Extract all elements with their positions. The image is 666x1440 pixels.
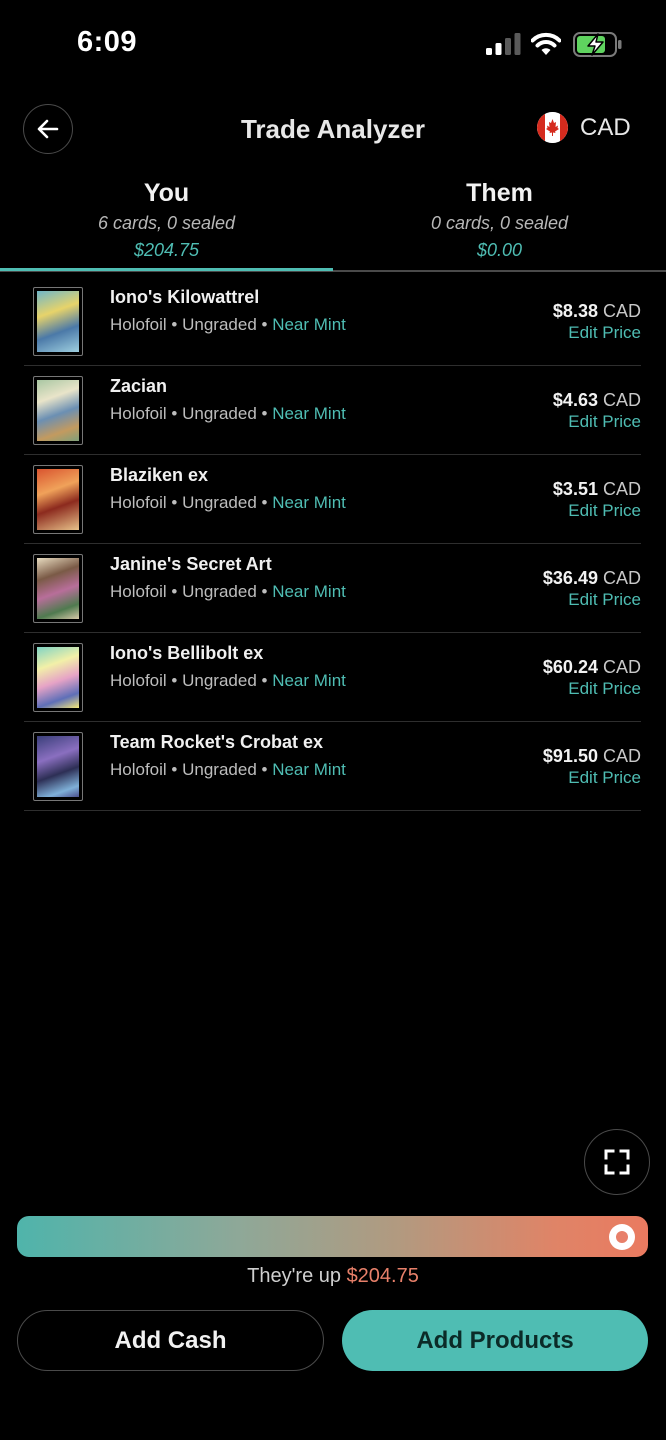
card-meta: Holofoil • Ungraded • Near Mint [110, 404, 346, 423]
tab-you-name: You [143, 179, 190, 207]
canada-flag-icon [537, 112, 568, 143]
card-row[interactable]: Blaziken ex Holofoil • Ungraded • Near M… [24, 455, 641, 544]
card-grade: Ungraded [182, 671, 257, 690]
card-price: $60.24 CAD [543, 657, 641, 678]
card-name: Iono's Kilowattrel [110, 287, 260, 307]
card-price: $4.63 CAD [553, 390, 641, 411]
card-condition: Near Mint [272, 315, 346, 334]
card-name: Iono's Bellibolt ex [110, 643, 264, 663]
wifi-icon [531, 32, 561, 55]
add-products-button[interactable]: Add Products [342, 1310, 648, 1371]
card-row[interactable]: Janine's Secret Art Holofoil • Ungraded … [24, 544, 641, 633]
card-meta: Holofoil • Ungraded • Near Mint [110, 671, 346, 690]
tab-you-total: $204.75 [133, 240, 200, 260]
card-grade: Ungraded [182, 404, 257, 423]
card-name: Team Rocket's Crobat ex [110, 732, 324, 752]
tab-them-summary: 0 cards, 0 sealed [430, 213, 569, 233]
edit-price-link[interactable]: Edit Price [568, 590, 641, 610]
currency-selector[interactable]: CAD [537, 112, 631, 143]
card-finish: Holofoil [110, 315, 167, 334]
card-thumbnail [33, 376, 83, 445]
card-meta: Holofoil • Ungraded • Near Mint [110, 315, 346, 334]
edit-price-link[interactable]: Edit Price [568, 679, 641, 699]
price-currency: CAD [602, 657, 641, 677]
card-price: $8.38 CAD [553, 301, 641, 322]
price-amount: $60.24 [542, 657, 598, 677]
card-name: Blaziken ex [110, 465, 209, 485]
expand-button[interactable] [584, 1129, 650, 1195]
card-thumbnail [33, 643, 83, 712]
trade-balance-bar [17, 1216, 648, 1257]
tab-you-summary: 6 cards, 0 sealed [97, 213, 236, 233]
card-price: $91.50 CAD [543, 746, 641, 767]
card-thumbnail [33, 732, 83, 801]
add-cash-button[interactable]: Add Cash [17, 1310, 324, 1371]
price-amount: $3.51 [552, 479, 598, 499]
balance-summary: They're up $204.75 [0, 1265, 666, 1288]
card-meta: Holofoil • Ungraded • Near Mint [110, 760, 346, 779]
price-amount: $91.50 [542, 746, 598, 766]
price-currency: CAD [602, 568, 641, 588]
card-row[interactable]: Zacian Holofoil • Ungraded • Near Mint $… [24, 366, 641, 455]
price-amount: $8.38 [552, 301, 598, 321]
card-price: $36.49 CAD [543, 568, 641, 589]
tab-them[interactable]: Them 0 cards, 0 sealed $0.00 [333, 176, 666, 264]
price-currency: CAD [602, 390, 641, 410]
edit-price-link[interactable]: Edit Price [568, 768, 641, 788]
card-thumbnail [33, 465, 83, 534]
price-currency: CAD [602, 746, 641, 766]
edit-price-link[interactable]: Edit Price [568, 412, 641, 432]
expand-icon [604, 1149, 630, 1175]
card-condition: Near Mint [272, 582, 346, 601]
tab-them-name: Them [466, 179, 533, 207]
price-currency: CAD [602, 301, 641, 321]
card-row[interactable]: Iono's Kilowattrel Holofoil • Ungraded •… [24, 277, 641, 366]
balance-prefix: They're up [247, 1265, 341, 1287]
card-finish: Holofoil [110, 671, 167, 690]
tab-them-total: $0.00 [476, 240, 523, 260]
active-tab-indicator [0, 268, 333, 271]
tab-you[interactable]: You 6 cards, 0 sealed $204.75 [0, 176, 333, 264]
card-meta: Holofoil • Ungraded • Near Mint [110, 582, 346, 601]
card-price: $3.51 CAD [553, 479, 641, 500]
card-thumbnail [33, 287, 83, 356]
battery-charging-icon [573, 32, 622, 57]
edit-price-link[interactable]: Edit Price [568, 501, 641, 521]
card-finish: Holofoil [110, 404, 167, 423]
price-amount: $36.49 [542, 568, 598, 588]
card-name: Janine's Secret Art [110, 554, 272, 574]
card-row[interactable]: Iono's Bellibolt ex Holofoil • Ungraded … [24, 633, 641, 722]
card-name: Zacian [110, 376, 168, 396]
card-finish: Holofoil [110, 493, 167, 512]
edit-price-link[interactable]: Edit Price [568, 323, 641, 343]
card-grade: Ungraded [182, 493, 257, 512]
card-finish: Holofoil [110, 582, 167, 601]
price-amount: $4.63 [552, 390, 598, 410]
card-grade: Ungraded [182, 760, 257, 779]
card-condition: Near Mint [272, 493, 346, 512]
card-list: Iono's Kilowattrel Holofoil • Ungraded •… [24, 277, 641, 811]
balance-amount: $204.75 [346, 1265, 419, 1287]
price-currency: CAD [602, 479, 641, 499]
card-row[interactable]: Team Rocket's Crobat ex Holofoil • Ungra… [24, 722, 641, 811]
card-meta: Holofoil • Ungraded • Near Mint [110, 493, 346, 512]
balance-indicator [609, 1224, 635, 1250]
cellular-signal-icon [486, 33, 521, 55]
card-grade: Ungraded [182, 582, 257, 601]
status-time: 6:09 [77, 26, 138, 58]
card-grade: Ungraded [182, 315, 257, 334]
currency-label: CAD [580, 113, 631, 141]
card-finish: Holofoil [110, 760, 167, 779]
card-condition: Near Mint [272, 760, 346, 779]
card-condition: Near Mint [272, 671, 346, 690]
card-thumbnail [33, 554, 83, 623]
card-condition: Near Mint [272, 404, 346, 423]
status-bar: 6:09 [0, 0, 666, 90]
